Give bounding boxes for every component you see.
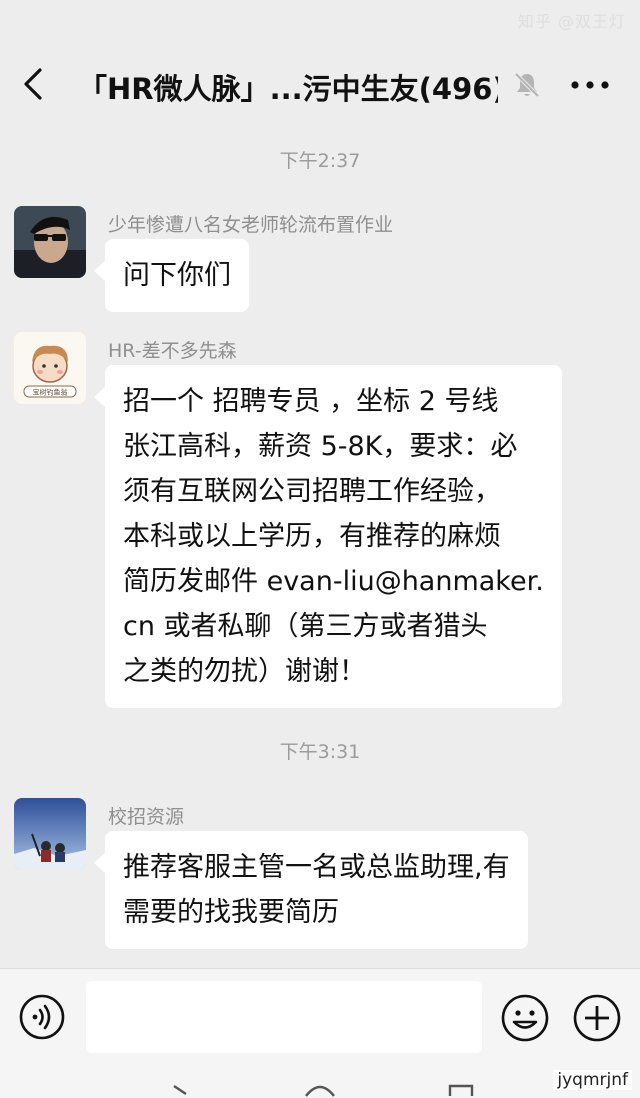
avatar[interactable]: 宝树钓鱼翁 (14, 332, 86, 404)
nav-recent-icon (448, 1084, 474, 1096)
nav-home-icon (305, 1085, 335, 1097)
message-text: 张江高科，薪资 5-8K，要求：必 (123, 431, 518, 462)
watermark: 知乎 @双王灯 (517, 12, 626, 31)
nav-back-icon (173, 1085, 187, 1095)
sender-name: 少年惨遭八名女老师轮流布置作业 (108, 214, 394, 236)
avatar-caption: 宝树钓鱼翁 (33, 388, 68, 397)
back-chevron-icon[interactable] (20, 66, 48, 102)
emoji-icon[interactable] (500, 993, 550, 1043)
message-timestamp: 下午2:37 (279, 150, 361, 172)
watermark: jyqmrjnf (553, 1070, 632, 1090)
chat-header: 「HR微人脉」...污中生友(496) (0, 40, 640, 130)
message-bubble[interactable]: 招一个 招聘专员 ，坐标 2 号线 张江高科，薪资 5-8K，要求：必 须有互联… (94, 365, 562, 708)
sender-name: 校招资源 (108, 806, 185, 828)
message-text: 简历发邮件 evan-liu@hanmaker. (123, 566, 544, 597)
message-bubble[interactable]: 推荐客服主管一名或总监助理,有 需要的找我要简历 (94, 831, 528, 949)
plus-icon[interactable] (572, 993, 622, 1043)
input-bar (0, 968, 640, 1098)
message-text: 推荐客服主管一名或总监助理,有 (123, 852, 510, 883)
message-text: 需要的找我要简历 (123, 897, 339, 928)
status-bar: 知乎 @双王灯 (0, 0, 640, 40)
sender-name: HR-差不多先森 (108, 340, 237, 362)
message-text: 招一个 招聘专员 ，坐标 2 号线 (123, 386, 499, 417)
bell-muted-icon (514, 72, 540, 98)
system-nav-bar (173, 1084, 474, 1097)
message-text: 之类的勿扰）谢谢！ (123, 656, 366, 687)
voice-icon[interactable] (18, 993, 66, 1041)
message-bubble[interactable]: 问下你们 (94, 239, 249, 312)
avatar[interactable] (14, 798, 86, 870)
message-text: cn 或者私聊（第三方或者猎头 (123, 611, 488, 642)
message-text: 本科或以上学历，有推荐的麻烦 (123, 521, 501, 552)
message-text: 须有互联网公司招聘工作经验， (123, 476, 501, 507)
chat-title: 「HR微人脉」...污中生友(496) (78, 72, 498, 106)
more-dots-icon[interactable] (570, 80, 610, 90)
message-timestamp: 下午3:31 (279, 741, 361, 763)
message-text: 问下你们 (123, 260, 231, 291)
avatar[interactable] (14, 206, 86, 278)
message-input[interactable] (86, 981, 482, 1053)
